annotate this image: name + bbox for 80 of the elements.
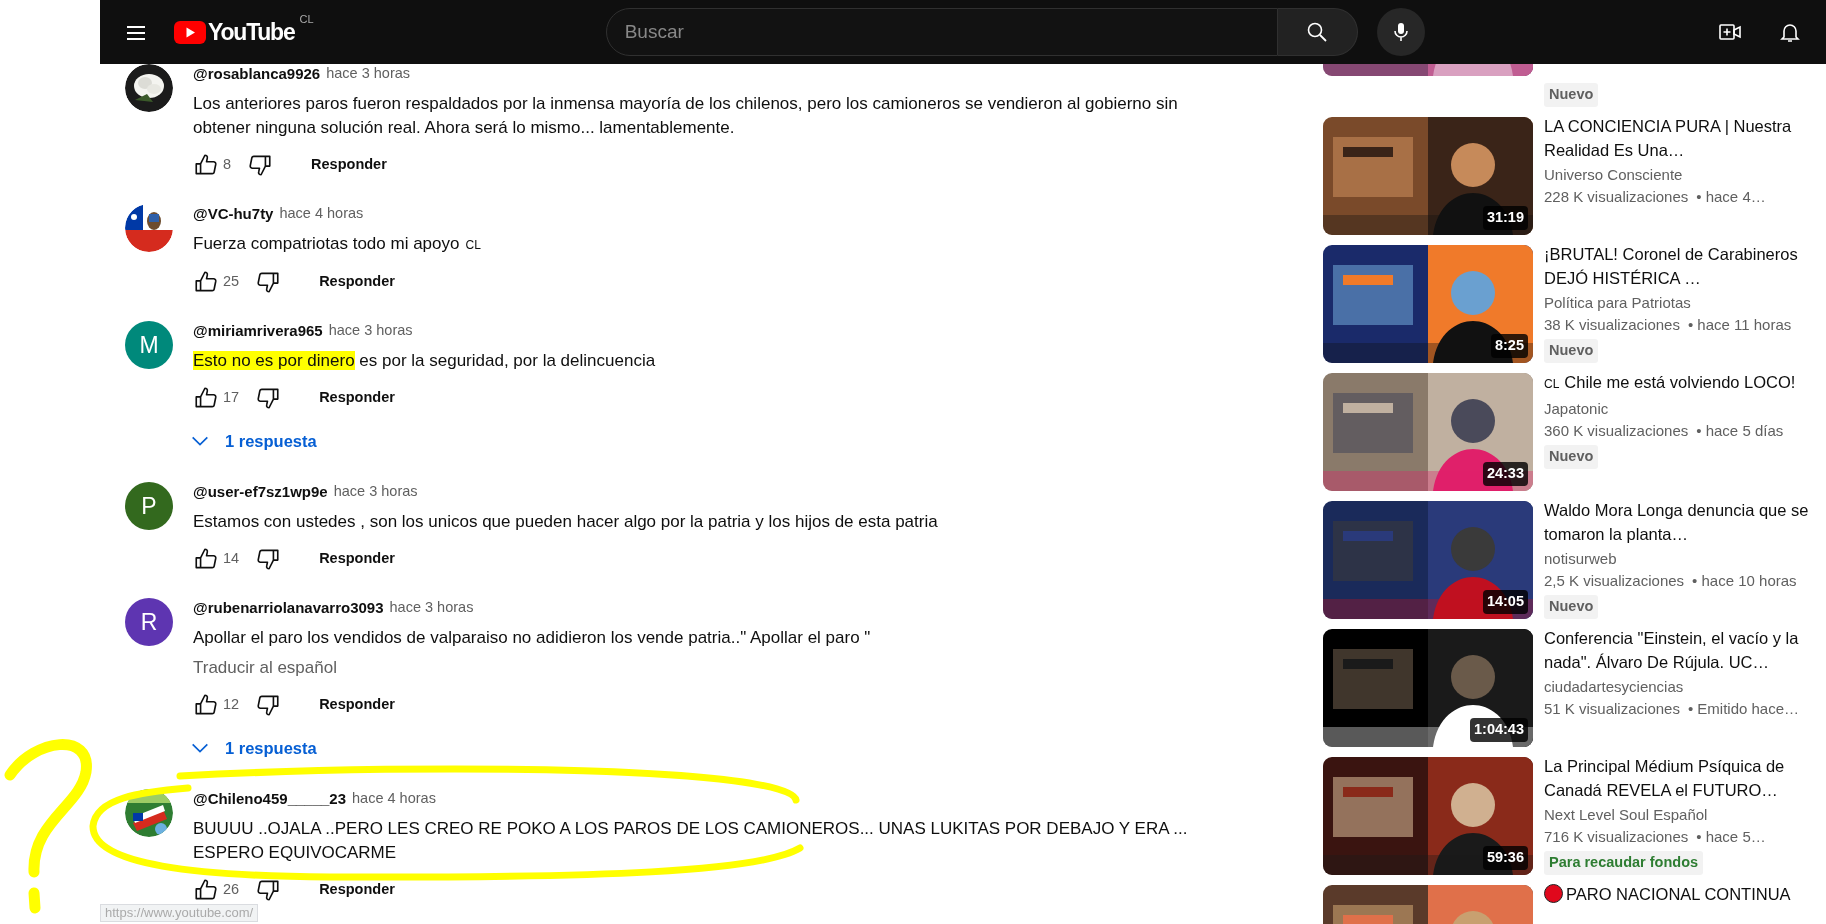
- link-preview-tooltip: https://www.youtube.com/: [100, 904, 259, 922]
- comment-time: hace 3 horas: [328, 321, 413, 341]
- channel-name: Universo Consciente: [1544, 164, 1683, 185]
- record-dot-icon: [1544, 883, 1563, 903]
- comment-time: hace 3 horas: [333, 482, 418, 502]
- like-count: 25: [223, 272, 240, 292]
- search-field[interactable]: Buscar: [605, 8, 1278, 56]
- comment-author[interactable]: @rosablanca9926: [193, 64, 321, 86]
- comment-text: Esto no es por dinero es por la seguridad, por la delincuencia: [193, 350, 657, 372]
- comment-text: Apollar el paro los vendidos de valparaiso no adidieron los vende patria.." Apollar el paro ": [193, 627, 872, 649]
- comment-text: Los anteriores paros fueron respaldados por la inmensa mayoría de los chilenos, pero los camioneros se vendieron al gobierno sin obtener ninguna solución real. Ahora será lo mismo... lamentablemente.: [193, 93, 1179, 139]
- video-duration: 59:36: [1482, 846, 1528, 870]
- view-count: 360 K visualizaciones: [1544, 420, 1689, 441]
- channel-name: notisurweb: [1544, 548, 1617, 569]
- video-title[interactable]: PARO NACIONAL CONTINUA: [1544, 881, 1791, 906]
- comment-time: hace 4 horas: [279, 204, 364, 224]
- reply-button[interactable]: Responder: [309, 381, 405, 415]
- translate-link[interactable]: Traducir al español: [193, 656, 337, 680]
- like-count: 12: [223, 695, 240, 715]
- video-title[interactable]: Waldo Mora Longa denuncia que se tomaron la planta…: [1544, 497, 1812, 546]
- channel-name: Next Level Soul Español: [1544, 804, 1708, 825]
- video-duration: 8:25: [1490, 334, 1528, 358]
- video-duration: 24:33: [1482, 462, 1528, 486]
- avatar: R: [125, 598, 173, 646]
- avatar: P: [125, 482, 173, 530]
- video-tag: Nuevo: [1544, 83, 1599, 107]
- video-tag: Nuevo: [1544, 444, 1599, 469]
- search-button[interactable]: [1277, 8, 1358, 56]
- video-title[interactable]: ¡BRUTAL! Coronel de Carabineros DEJÓ HISTÉRICA …: [1544, 241, 1812, 290]
- video-title[interactable]: CL Chile me está volviendo LOCO!: [1544, 369, 1796, 396]
- video-tag: Nuevo: [1544, 594, 1599, 619]
- video-tag: Nuevo: [1544, 338, 1599, 363]
- upload-age: • hace 5 días: [1696, 420, 1784, 441]
- comment-time: hace 4 horas: [352, 789, 436, 809]
- view-count: 38 K visualizaciones: [1544, 314, 1680, 335]
- video-duration: 14:05: [1482, 590, 1528, 614]
- comment-author[interactable]: @VC-hu7ty: [193, 202, 274, 226]
- video-title[interactable]: La Principal Médium Psíquica de Canadá REVELA el FUTURO…: [1544, 753, 1812, 802]
- like-count: 17: [223, 388, 240, 408]
- video-title[interactable]: LA CONCIENCIA PURA | Nuestra Realidad Es Una…: [1544, 113, 1812, 162]
- channel-name: ciudadartesyciencias: [1544, 676, 1684, 697]
- comment-text: Fuerza compatriotas todo mi apoyo CL: [193, 233, 482, 255]
- replies-toggle[interactable]: 1 respuesta: [189, 421, 317, 461]
- video-duration: 31:19: [1482, 206, 1528, 230]
- upload-age: • hace 11 horas: [1687, 314, 1792, 335]
- video-title[interactable]: Conferencia "Einstein, el vacío y la nada". Álvaro De Rújula. UC…: [1544, 625, 1812, 674]
- video-duration: 1:04:43: [1470, 718, 1528, 742]
- avatar: M: [125, 321, 173, 369]
- comment-time: hace 3 horas: [326, 64, 411, 84]
- comment-author[interactable]: @user-ef7sz1wp9e: [193, 480, 328, 504]
- reply-button[interactable]: Responder: [309, 873, 405, 907]
- comment-text: Estamos con ustedes , son los unicos que pueden hacer algo por la patria y los hijos de esta patria: [193, 511, 939, 533]
- play-logo-icon: [174, 20, 206, 44]
- like-count: 8: [223, 155, 232, 175]
- country-code: CL: [299, 12, 314, 27]
- home-logo-link[interactable]: YouTube: [174, 14, 295, 50]
- voice-search-button[interactable]: [1376, 8, 1425, 56]
- like-count: 26: [223, 880, 240, 900]
- view-count: 2,5 K visualizaciones: [1544, 570, 1685, 591]
- replies-toggle[interactable]: 1 respuesta: [189, 728, 317, 768]
- like-count: 14: [223, 549, 240, 569]
- upload-age: • hace 5…: [1696, 826, 1766, 847]
- channel-name: Política para Patriotas: [1544, 292, 1691, 313]
- upload-age: • hace 4…: [1696, 186, 1766, 207]
- reply-button[interactable]: Responder: [309, 688, 405, 722]
- upload-age: • hace 10 horas: [1692, 570, 1797, 591]
- comment-time: hace 3 horas: [389, 598, 474, 618]
- view-count: 228 K visualizaciones: [1544, 186, 1689, 207]
- channel-name: Japatonic: [1544, 398, 1609, 419]
- comment-text: BUUUU ..OJALA ..PERO LES CREO RE POKO A LOS PAROS DE LOS CAMIONEROS... UNAS LUKITAS POR DEBAJO Y ERA ... ESPERO EQUIVOCARME: [193, 818, 1189, 864]
- reply-button[interactable]: Responder: [309, 542, 405, 576]
- view-count: 716 K visualizaciones: [1544, 826, 1689, 847]
- comment-author[interactable]: @Chileno459_____23: [193, 787, 347, 811]
- comment-author[interactable]: @miriamrivera965: [193, 319, 323, 343]
- video-tag: Para recaudar fondos: [1544, 850, 1704, 875]
- upload-age: • Emitido hace…: [1687, 698, 1800, 719]
- reply-button[interactable]: Responder: [309, 265, 405, 299]
- reply-button[interactable]: Responder: [301, 148, 397, 182]
- view-count: 51 K visualizaciones: [1544, 698, 1680, 719]
- comment-author[interactable]: @rubenarriolanavarro3093: [193, 596, 384, 620]
